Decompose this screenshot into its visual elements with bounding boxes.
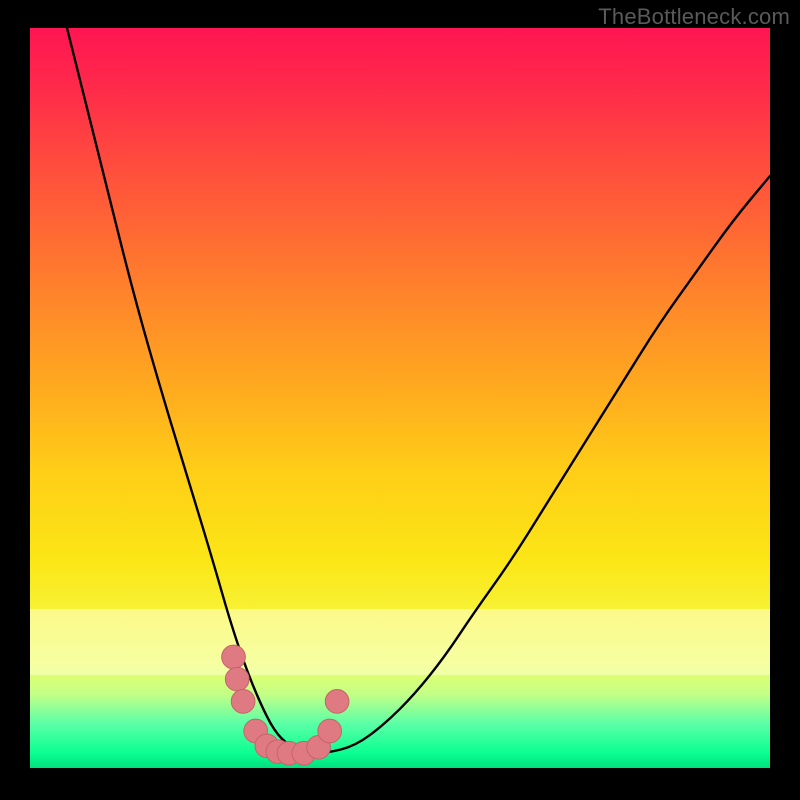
bead-point xyxy=(292,741,316,765)
bead-point xyxy=(225,667,249,691)
plot-area xyxy=(30,28,770,768)
bead-point xyxy=(318,719,342,743)
bead-point xyxy=(325,690,349,714)
bead-point xyxy=(255,734,279,758)
bead-point xyxy=(244,719,268,743)
bead-point xyxy=(222,645,246,669)
bead-point xyxy=(266,740,290,764)
pale-yellow-band xyxy=(30,609,770,676)
highlight-beads xyxy=(222,645,349,765)
bead-point xyxy=(277,741,301,765)
watermark-text: TheBottleneck.com xyxy=(598,4,790,30)
curve-layer xyxy=(30,28,770,768)
bead-point xyxy=(231,690,255,714)
chart-frame: TheBottleneck.com xyxy=(0,0,800,800)
bottleneck-curve xyxy=(67,28,770,753)
bead-point xyxy=(307,735,331,759)
